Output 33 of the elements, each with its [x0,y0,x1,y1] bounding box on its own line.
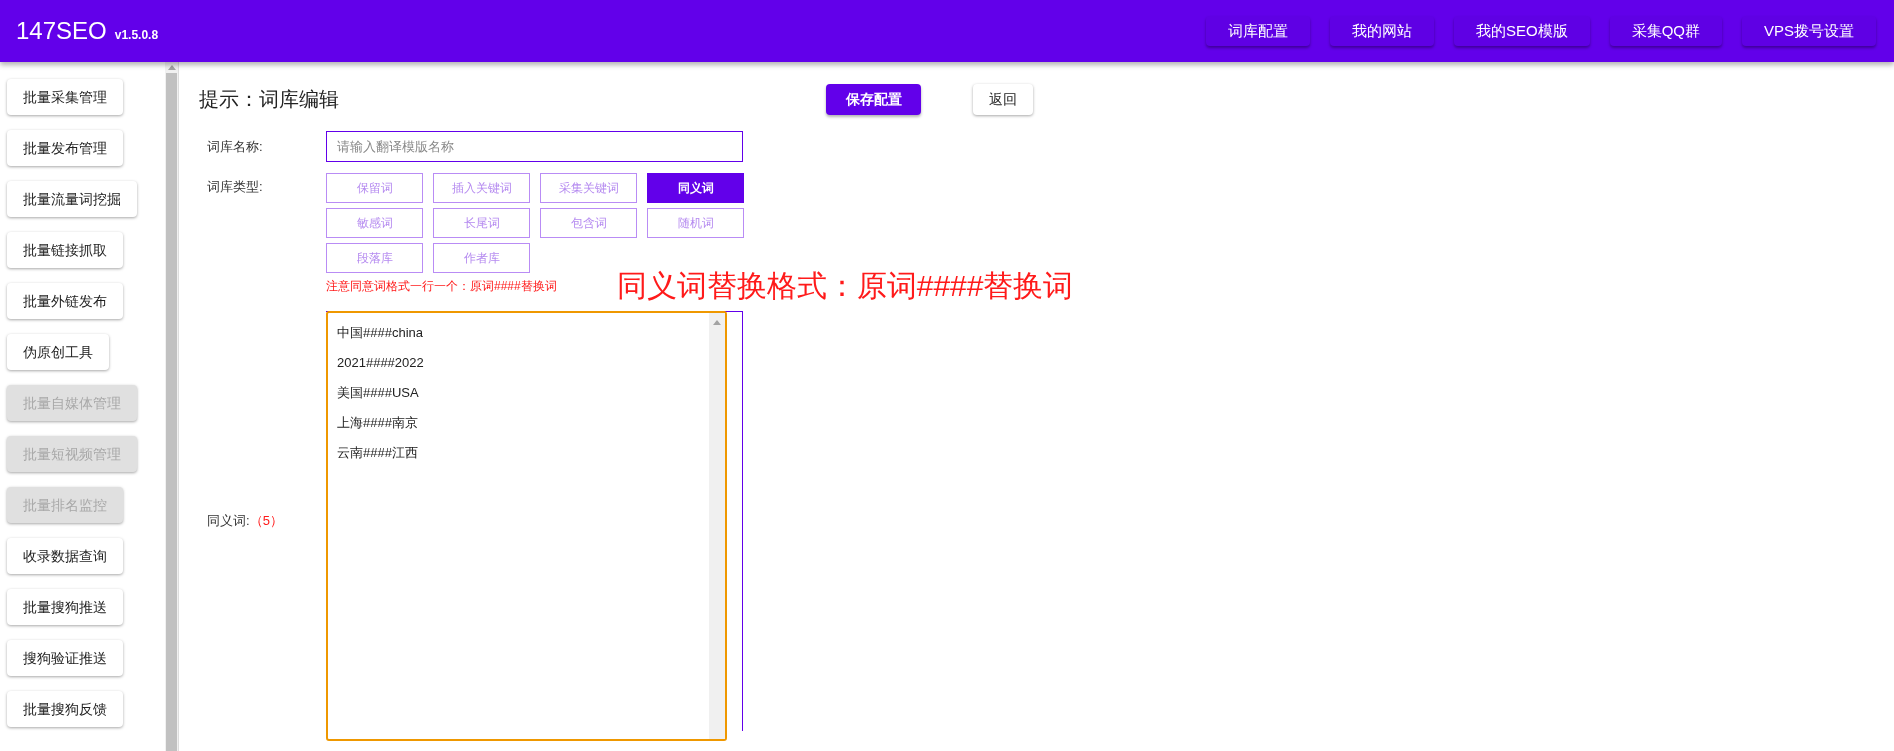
nav-button[interactable]: 词库配置 [1205,16,1310,46]
version-label: v1.5.0.8 [114,27,159,44]
sidebar-button[interactable]: 批量发布管理 [7,130,123,166]
scroll-up-icon[interactable] [167,65,176,70]
field-label: 词库类型: [206,178,264,196]
sidebar-button[interactable]: 收录数据查询 [7,538,123,574]
save-button[interactable]: 保存配置 [826,83,921,115]
sidebar-button[interactable]: 批量流量词挖掘 [7,181,137,217]
nav-button[interactable]: 我的SEO模版 [1453,16,1590,46]
scroll-up-icon[interactable] [713,320,721,325]
sidebar-button[interactable]: 伪原创工具 [7,334,109,370]
sidebar-button[interactable]: 批量外链发布 [7,283,123,319]
sidebar-scrollbar[interactable] [165,62,179,751]
words-count: （5） [249,512,283,531]
words-label: 同义词: [207,512,250,531]
nav-button[interactable]: 我的网站 [1329,16,1434,46]
type-option[interactable]: 同义词 [647,173,744,203]
sidebar-button[interactable]: 批量搜狗反馈 [7,691,123,727]
sidebar-button[interactable]: 批量采集管理 [7,79,123,115]
sidebar-button[interactable]: 批量链接抓取 [7,232,123,268]
synonym-textarea[interactable]: 中国####china 2021####2022 美国####USA 上海####南京 云南####江西 [326,311,727,741]
format-annotation: 同义词替换格式：原词####替换词 [616,271,1074,301]
app-logo: 147SEO [16,16,107,46]
format-note: 注意同意词格式一行一个：原词####替换词 [326,278,557,295]
page-title: 提示：词库编辑 [199,87,340,112]
field-label: 词库名称: [206,137,264,156]
back-button[interactable]: 返回 [973,83,1033,115]
sidebar-button[interactable]: 搜狗验证推送 [7,640,123,676]
sidebar-button[interactable]: 批量搜狗推送 [7,589,123,625]
name-input[interactable]: 请输入翻译模版名称 [326,131,743,162]
nav-button[interactable]: VPS拨号设置 [1742,16,1876,46]
textarea-scrollbar[interactable] [709,313,725,739]
nav-button[interactable]: 采集QQ群 [1609,16,1722,46]
